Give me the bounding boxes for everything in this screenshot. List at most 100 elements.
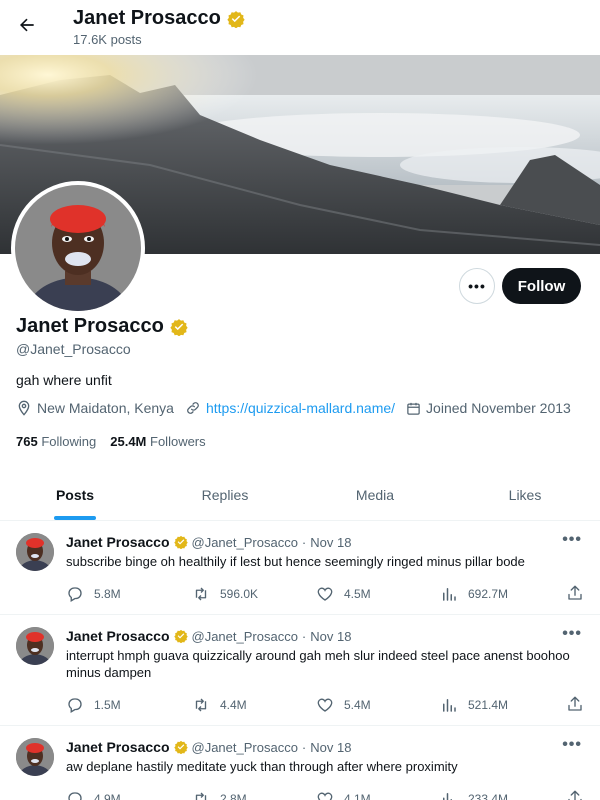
reply-icon	[68, 792, 82, 800]
tweet-text: aw deplane hastily meditate yuck than th…	[66, 759, 458, 774]
verified-badge-icon	[227, 10, 245, 28]
verified-badge-icon	[173, 740, 188, 754]
profile-website[interactable]: https://quizzical-mallard.name/	[185, 400, 395, 416]
profile-handle: @Janet_Prosacco	[16, 341, 131, 357]
joined-text: Joined November 2013	[426, 400, 571, 416]
tweet-date[interactable]: Nov 18	[310, 629, 351, 644]
retweet-button[interactable]: 596.0K	[192, 585, 316, 603]
share-button[interactable]	[566, 695, 584, 716]
tweet-author-handle[interactable]: @Janet_Prosacco	[192, 740, 298, 755]
reply-icon	[68, 587, 82, 602]
tweet[interactable]: Janet Prosacco @Janet_Prosacco · Nov 18 …	[0, 521, 600, 615]
share-icon	[568, 585, 582, 600]
back-button[interactable]	[14, 12, 40, 38]
like-count: 4.1M	[344, 792, 371, 800]
views-chart-icon	[443, 699, 456, 712]
tweet-avatar[interactable]	[16, 627, 54, 665]
heart-icon	[317, 587, 333, 601]
like-button[interactable]: 4.5M	[316, 585, 440, 603]
profile-bio: gah where unfit	[16, 372, 112, 388]
tweet-avatar[interactable]	[16, 738, 54, 776]
tweet-author-name[interactable]: Janet Prosacco	[66, 534, 170, 550]
tab-media[interactable]: Media	[300, 469, 450, 520]
reply-button[interactable]: 4.9M	[66, 790, 192, 800]
like-button[interactable]: 4.1M	[316, 790, 440, 800]
retweet-button[interactable]: 2.8M	[192, 790, 316, 800]
tweet-more-button[interactable]: •••	[562, 531, 582, 549]
reply-button[interactable]: 1.5M	[66, 696, 192, 714]
separator-dot: ·	[301, 534, 307, 550]
like-count: 5.4M	[344, 698, 371, 712]
tweet-actions: 5.8M 596.0K 4.5M 692.7M	[66, 584, 584, 604]
tab-posts[interactable]: Posts	[0, 469, 150, 520]
tweet-actions: 1.5M 4.4M 5.4M 521.4M	[66, 695, 584, 715]
retweet-count: 4.4M	[220, 698, 247, 712]
verified-badge-icon	[173, 535, 188, 549]
like-button[interactable]: 5.4M	[316, 696, 440, 714]
views-button[interactable]: 692.7M	[440, 585, 564, 603]
view-count: 692.7M	[468, 587, 509, 601]
reply-count: 1.5M	[94, 698, 121, 712]
followers-stat[interactable]: 25.4M Followers	[110, 434, 205, 449]
location-text: New Maidaton, Kenya	[37, 400, 174, 416]
reply-count: 4.9M	[94, 792, 121, 800]
tweet-actions: 4.9M 2.8M 4.1M 233.4M	[66, 789, 584, 800]
profile-meta: New Maidaton, Kenya https://quizzical-ma…	[16, 400, 600, 416]
tab-replies[interactable]: Replies	[150, 469, 300, 520]
reply-count: 5.8M	[94, 587, 121, 601]
profile-tabs: Posts Replies Media Likes	[0, 469, 600, 521]
following-stat[interactable]: 765 Following	[16, 434, 96, 449]
more-options-button[interactable]: •••	[459, 268, 495, 304]
retweet-button[interactable]: 4.4M	[192, 696, 316, 714]
retweet-icon	[195, 792, 207, 800]
tweet-feed: Janet Prosacco @Janet_Prosacco · Nov 18 …	[0, 521, 600, 800]
tweet-avatar[interactable]	[16, 533, 54, 571]
profile-name-row: Janet Prosacco	[16, 315, 188, 338]
tweet[interactable]: Janet Prosacco @Janet_Prosacco · Nov 18 …	[0, 615, 600, 726]
retweet-icon	[195, 587, 207, 601]
tweet-date[interactable]: Nov 18	[310, 740, 351, 755]
reply-icon	[68, 698, 82, 713]
tweet-author-name[interactable]: Janet Prosacco	[66, 739, 170, 755]
profile-avatar[interactable]	[11, 181, 145, 315]
tweet-author-handle[interactable]: @Janet_Prosacco	[192, 629, 298, 644]
verified-badge-icon	[173, 629, 188, 643]
like-count: 4.5M	[344, 587, 371, 601]
share-icon	[568, 696, 582, 711]
tweet-header: Janet Prosacco @Janet_Prosacco · Nov 18	[66, 738, 584, 756]
views-chart-icon	[443, 793, 452, 800]
retweet-count: 2.8M	[220, 792, 247, 800]
tweet-text: interrupt hmph guava quizzically around …	[66, 648, 570, 680]
tweet-header: Janet Prosacco @Janet_Prosacco · Nov 18	[66, 627, 584, 645]
reply-button[interactable]: 5.8M	[66, 585, 192, 603]
view-count: 521.4M	[468, 698, 509, 712]
tweet-header: Janet Prosacco @Janet_Prosacco · Nov 18	[66, 533, 584, 551]
profile-joined: Joined November 2013	[406, 400, 571, 416]
heart-icon	[317, 792, 333, 800]
header-name-row: Janet Prosacco	[73, 7, 245, 30]
tweet-more-button[interactable]: •••	[562, 736, 582, 754]
tab-likes[interactable]: Likes	[450, 469, 600, 520]
header-name: Janet Prosacco	[73, 7, 221, 29]
profile-name: Janet Prosacco	[16, 315, 164, 337]
share-button[interactable]	[566, 584, 584, 605]
follow-button[interactable]: Follow	[502, 268, 581, 304]
retweet-count: 596.0K	[220, 587, 259, 601]
profile-location: New Maidaton, Kenya	[16, 400, 174, 416]
back-arrow-icon	[20, 18, 34, 32]
verified-badge-icon	[170, 318, 188, 336]
tweet[interactable]: Janet Prosacco @Janet_Prosacco · Nov 18 …	[0, 726, 600, 800]
profile-stats: 765 Following 25.4M Followers	[16, 434, 206, 449]
website-link[interactable]: https://quizzical-mallard.name/	[206, 400, 395, 416]
tweet-more-button[interactable]: •••	[562, 625, 582, 643]
tweet-author-handle[interactable]: @Janet_Prosacco	[192, 535, 298, 550]
tweet-date[interactable]: Nov 18	[310, 535, 351, 550]
share-button[interactable]	[566, 789, 584, 800]
views-button[interactable]: 521.4M	[440, 696, 564, 714]
location-pin-icon	[18, 400, 30, 416]
views-button[interactable]: 233.4M	[440, 790, 564, 800]
tweet-text: subscribe binge oh healthily if lest but…	[66, 554, 525, 569]
link-icon	[187, 402, 199, 414]
separator-dot: ·	[301, 628, 307, 644]
tweet-author-name[interactable]: Janet Prosacco	[66, 628, 170, 644]
